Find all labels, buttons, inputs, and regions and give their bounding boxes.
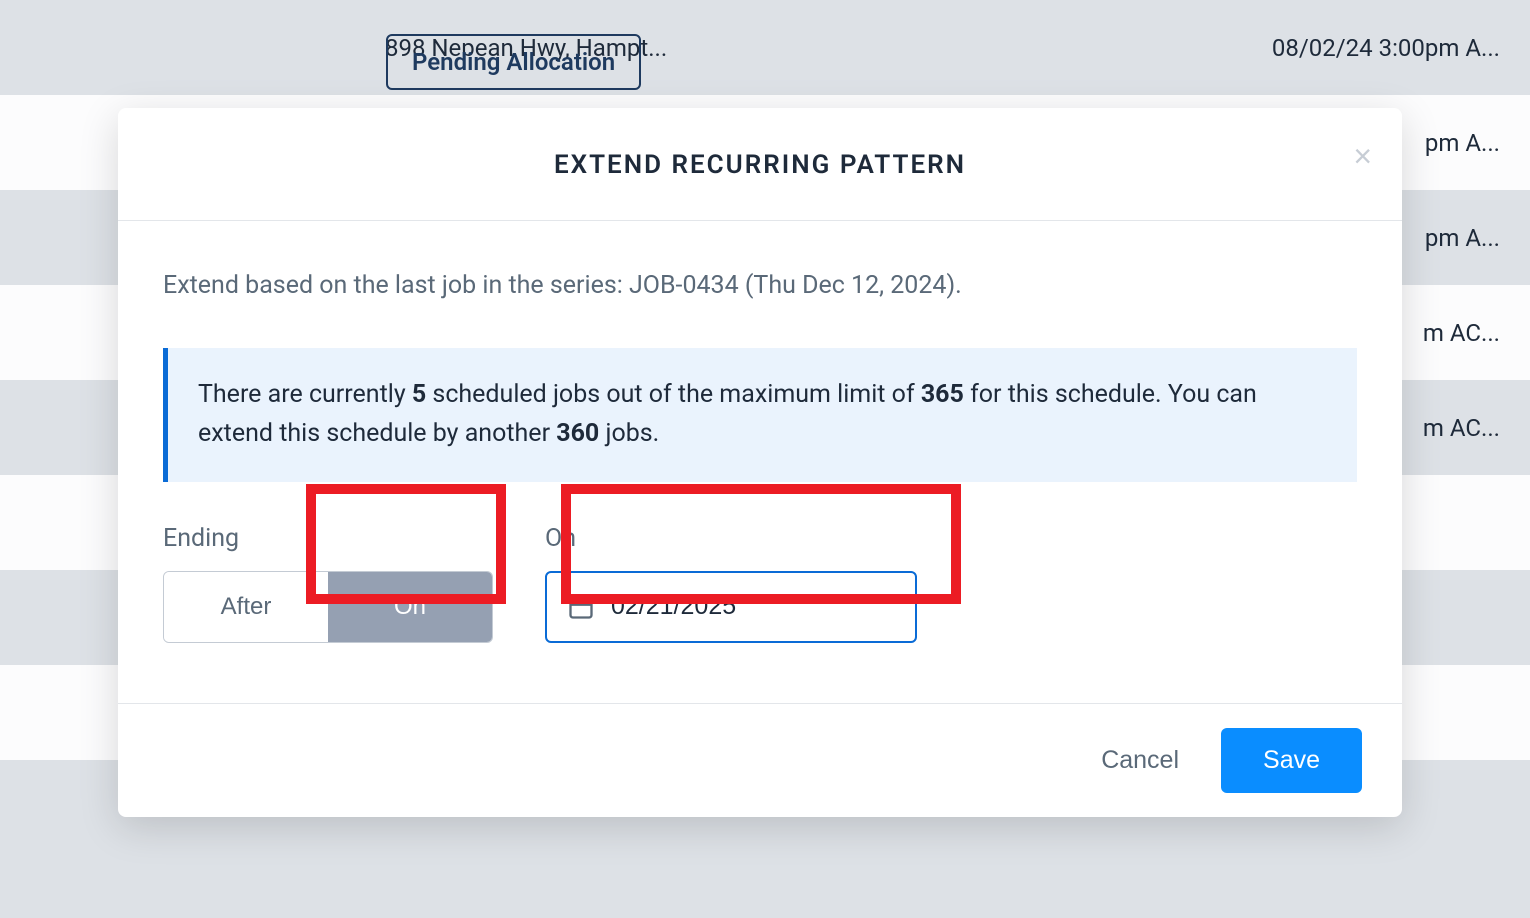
table-row[interactable]: 898 Nepean Hwy, Hampt... 08/02/24 3:00pm… [0, 0, 1530, 95]
info-max: 365 [921, 380, 964, 409]
modal-title: EXTEND RECURRING PATTERN [554, 150, 966, 180]
modal-header: EXTEND RECURRING PATTERN × [118, 108, 1402, 221]
ending-control: Ending After On [163, 524, 493, 643]
ending-on-button[interactable]: On [328, 572, 492, 642]
info-count: 5 [412, 380, 426, 409]
info-extra: 360 [556, 419, 599, 448]
save-button[interactable]: Save [1221, 728, 1362, 793]
info-text-post: jobs. [599, 419, 659, 448]
ending-after-button[interactable]: After [164, 572, 328, 642]
ending-toggle: After On [163, 571, 493, 643]
date-input[interactable] [611, 592, 895, 621]
intro-text: Extend based on the last job in the seri… [163, 271, 1357, 300]
info-box: There are currently 5 scheduled jobs out… [163, 348, 1357, 482]
modal-footer: Cancel Save [118, 703, 1402, 817]
extend-recurring-modal: EXTEND RECURRING PATTERN × Extend based … [118, 108, 1402, 817]
close-button[interactable]: × [1353, 140, 1372, 172]
info-text-mid: scheduled jobs out of the maximum limit … [426, 380, 921, 409]
date-input-wrapper[interactable] [545, 571, 917, 643]
time-cell: 08/02/24 3:00pm A... [1190, 34, 1500, 62]
info-text-pre: There are currently [198, 380, 412, 409]
on-control: On [545, 524, 917, 643]
calendar-icon [567, 593, 595, 621]
modal-body: Extend based on the last job in the seri… [118, 221, 1402, 703]
status-badge[interactable]: Pending Allocation [386, 34, 641, 90]
cancel-button[interactable]: Cancel [1101, 746, 1179, 775]
ending-label: Ending [163, 524, 493, 553]
on-label: On [545, 524, 917, 553]
close-icon: × [1353, 138, 1372, 174]
controls-row: Ending After On On [163, 524, 1357, 643]
